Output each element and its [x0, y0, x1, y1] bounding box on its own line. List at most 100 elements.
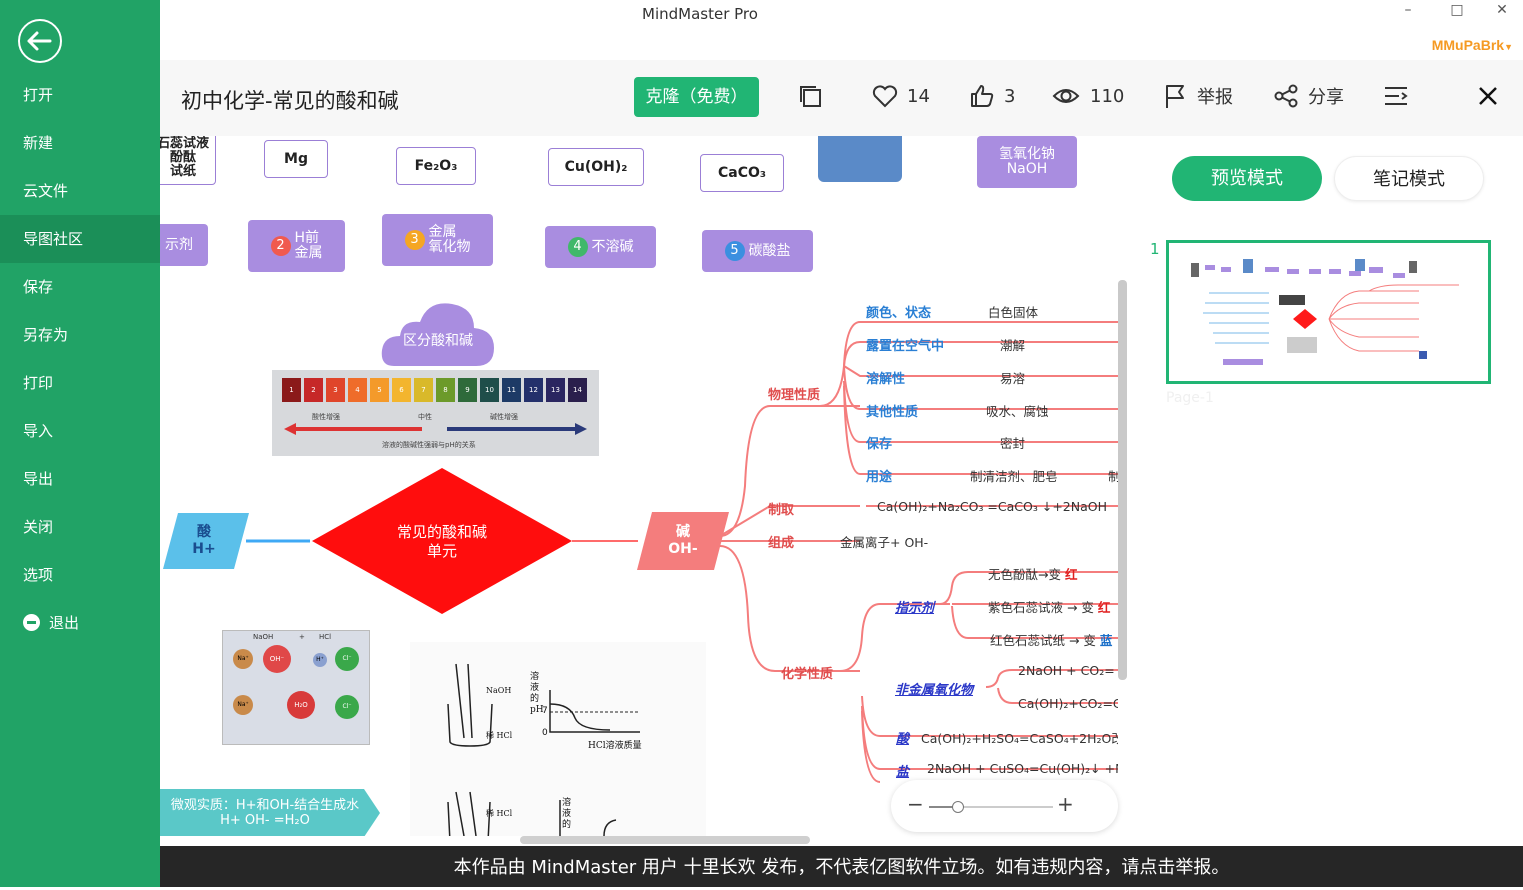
- like-button[interactable]: 3: [968, 82, 1015, 110]
- menu-save-as[interactable]: 另存为: [0, 311, 160, 359]
- leaf-key[interactable]: 露置在空气中: [866, 335, 944, 354]
- branch-physical[interactable]: 物理性质: [768, 384, 820, 403]
- horizontal-scrollbar[interactable]: [520, 836, 810, 844]
- node-insoluble-base[interactable]: 4 不溶碱: [545, 226, 656, 268]
- outline-button[interactable]: [1382, 82, 1410, 110]
- menu-community[interactable]: 导图社区: [0, 215, 160, 263]
- composition-value[interactable]: 金属离子+ OH-: [840, 532, 928, 551]
- branch-composition[interactable]: 组成: [768, 532, 794, 551]
- share-button[interactable]: 分享: [1272, 82, 1344, 110]
- nonmetal-equation[interactable]: Ca(OH)₂+CO₂=Ca: [1018, 696, 1118, 711]
- node-metal[interactable]: 2 H前 金属: [248, 220, 345, 272]
- acid-equation[interactable]: Ca(OH)₂+H₂SO₄=CaSO₄+2H₂O改良: [921, 728, 1118, 747]
- nonmetal-equation[interactable]: 2NaOH + CO₂= N: [1018, 663, 1118, 678]
- close-panel-button[interactable]: [1474, 82, 1502, 110]
- salt-equation[interactable]: 2NaOH + CuSO₄=Cu(OH)₂↓ +Na₂S: [927, 761, 1118, 776]
- menu-save[interactable]: 保存: [0, 263, 160, 311]
- note-mode-button[interactable]: 笔记模式: [1334, 156, 1484, 201]
- leaf-value[interactable]: 潮解: [1000, 335, 1025, 354]
- leaf-value[interactable]: 吸水、腐蚀: [986, 401, 1049, 420]
- titration2-hcl-label: 稀 HCl: [486, 809, 513, 818]
- node-indicator-purple[interactable]: 示剂: [160, 224, 208, 266]
- ph-swatch: 10: [480, 378, 499, 402]
- footer-notice[interactable]: 本作品由 MindMaster 用户 十里长欢 发布，不代表亿图软件立场。如有违…: [160, 846, 1523, 887]
- ph-swatch: 14: [568, 378, 587, 402]
- leaf-key[interactable]: 溶解性: [866, 368, 905, 387]
- minimize-button[interactable]: –: [1398, 2, 1418, 18]
- leaf-value[interactable]: 白色固体: [988, 302, 1038, 321]
- back-arrow-icon[interactable]: [18, 19, 62, 63]
- menu-exit[interactable]: 退出: [0, 599, 160, 647]
- molecule-naoh-label: NaOH: [253, 633, 274, 641]
- base-node[interactable]: 碱 OH-: [652, 518, 714, 564]
- zoom-slider-handle[interactable]: [952, 801, 964, 813]
- menu-close[interactable]: 关闭: [0, 503, 160, 551]
- indicator-item[interactable]: 红色石蕊试纸 → 变 蓝: [990, 630, 1112, 649]
- node-mg[interactable]: Mg: [264, 140, 328, 178]
- cloud-label[interactable]: 区分酸和碱: [388, 328, 488, 352]
- menu-options[interactable]: 选项: [0, 551, 160, 599]
- menu-print[interactable]: 打印: [0, 359, 160, 407]
- mindmap-canvas[interactable]: 石蕊试液 酚酞 试纸 Mg Fe₂O₃ Cu(OH)₂ CaCO₃ 氢氧化钠 N…: [160, 136, 1118, 836]
- ph-neutral-label: 中性: [418, 413, 432, 421]
- maximize-button[interactable]: □: [1447, 2, 1467, 18]
- menu-new[interactable]: 新建: [0, 119, 160, 167]
- node-carbonate[interactable]: 5 碳酸盐: [702, 230, 813, 272]
- copy-button[interactable]: [796, 82, 824, 110]
- ph-caption: 溶液的酸碱性强弱与pH的关系: [382, 441, 476, 449]
- menu-lines-icon: [1385, 87, 1408, 105]
- leaf-key[interactable]: 保存: [866, 433, 892, 452]
- toolbar: 初中化学-常见的酸和碱 克隆（免费） 14 3 110 举报 分享: [160, 60, 1523, 136]
- ph-swatch: 12: [524, 378, 543, 402]
- indicator-item[interactable]: 无色酚酞→变 红: [988, 564, 1077, 583]
- close-window-button[interactable]: ✕: [1492, 2, 1512, 18]
- zoom-out-button[interactable]: −: [907, 792, 924, 816]
- sodium-ion: Na⁺: [233, 649, 253, 669]
- branch-preparation[interactable]: 制取: [768, 499, 794, 518]
- title-bar: MindMaster Pro – □ ✕ MMuPaBrk▼: [160, 0, 1523, 60]
- user-menu[interactable]: MMuPaBrk▼: [1432, 37, 1513, 53]
- clone-button[interactable]: 克隆（免费）: [634, 77, 759, 117]
- ph-swatch: 11: [502, 378, 521, 402]
- indicator-item[interactable]: 紫色石蕊试液 → 变 红: [988, 597, 1110, 616]
- node-naoh[interactable]: 氢氧化钠 NaOH: [977, 136, 1077, 188]
- ph-scale-image: 1 2 3 4 5 6 7 8 9 10 11 12 13 14 酸性增强 中性…: [272, 370, 599, 456]
- molecule-diagram-image: NaOH + HCl Na⁺ OH⁻ H⁺ Cl⁻ Na⁺ H₂O Cl⁻: [222, 630, 370, 745]
- leaf-value[interactable]: 制清洁剂、肥皂: [970, 466, 1058, 485]
- menu-export[interactable]: 导出: [0, 455, 160, 503]
- leaf-key[interactable]: 其他性质: [866, 401, 918, 420]
- node-cuoh2[interactable]: Cu(OH)₂: [548, 148, 644, 186]
- essence-node[interactable]: 微观实质：H+和OH-结合生成水 H+ OH- =H₂O: [160, 798, 370, 828]
- vertical-scrollbar[interactable]: [1118, 280, 1127, 680]
- leaf-key[interactable]: 颜色、状态: [866, 302, 931, 321]
- page-thumbnail[interactable]: [1166, 240, 1491, 384]
- sub-indicator[interactable]: 指示剂: [895, 597, 934, 616]
- leaf-key[interactable]: 用途: [866, 466, 892, 485]
- acid-node[interactable]: 酸 H+: [174, 518, 234, 564]
- node-indicator-partial[interactable]: 石蕊试液 酚酞 试纸: [160, 136, 216, 185]
- zoom-in-button[interactable]: +: [1057, 792, 1074, 816]
- leaf-value[interactable]: 易溶: [1000, 368, 1025, 387]
- node-carbonate-label: 碳酸盐: [748, 242, 791, 259]
- sub-salt[interactable]: 盐: [896, 761, 909, 780]
- node-caco3[interactable]: CaCO₃: [700, 154, 784, 192]
- menu-cloud-files[interactable]: 云文件: [0, 167, 160, 215]
- preview-mode-button[interactable]: 预览模式: [1172, 156, 1322, 201]
- ph-x-axis-label: HCl溶液质量: [588, 741, 642, 751]
- favorite-button[interactable]: 14: [871, 82, 930, 110]
- node-fe2o3[interactable]: Fe₂O₃: [396, 147, 476, 185]
- branch-chemical[interactable]: 化学性质: [781, 663, 833, 682]
- node-metal-oxide[interactable]: 3 金属 氧化物: [382, 214, 493, 266]
- menu-open[interactable]: 打开: [0, 71, 160, 119]
- titration-drawing: [447, 663, 640, 836]
- leaf-value[interactable]: 制: [1108, 466, 1118, 485]
- sub-nonmetal-oxide[interactable]: 非金属氧化物: [895, 679, 973, 698]
- sub-acid[interactable]: 酸: [896, 728, 909, 747]
- leaf-value[interactable]: 密封: [1000, 433, 1025, 452]
- chloride-ion: Cl⁻: [335, 695, 359, 719]
- menu-import[interactable]: 导入: [0, 407, 160, 455]
- center-topic[interactable]: 常见的酸和碱 单元: [370, 520, 514, 564]
- report-button[interactable]: 举报: [1161, 82, 1233, 110]
- view-count: 110: [1090, 85, 1125, 107]
- preparation-equation[interactable]: Ca(OH)₂+Na₂CO₃ =CaCO₃ ↓+2NaOH: [877, 499, 1107, 514]
